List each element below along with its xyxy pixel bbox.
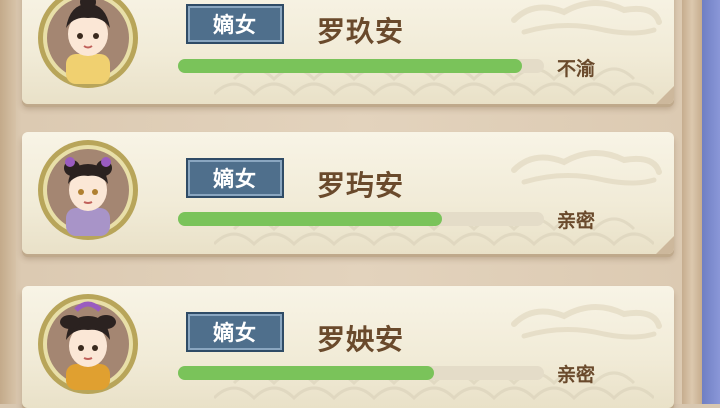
character-card[interactable]: 嫡女 罗姎安 亲密 — [22, 286, 674, 408]
cloud-decoration — [511, 149, 662, 186]
affection-bar — [178, 59, 544, 73]
affection-bar-fill — [178, 59, 523, 73]
character-card[interactable]: 嫡女 罗玖安 不渝 — [22, 0, 674, 104]
rank-tag: 嫡女 — [186, 4, 284, 44]
character-name: 罗玙安 — [317, 169, 405, 202]
affection-bar — [178, 212, 544, 226]
scrollbar-track[interactable] — [682, 0, 702, 404]
rank-tag: 嫡女 — [186, 158, 284, 198]
relationship-status: 不渝 — [557, 58, 596, 80]
affection-bar-fill — [178, 212, 442, 226]
relationship-status: 亲密 — [557, 210, 596, 232]
character-avatar[interactable] — [36, 292, 140, 396]
left-wood-strip — [0, 0, 16, 404]
relationship-status: 亲密 — [557, 364, 596, 386]
rank-tag: 嫡女 — [186, 312, 284, 352]
affection-bar-fill — [178, 366, 435, 380]
card-corner — [656, 236, 674, 254]
character-avatar[interactable] — [36, 138, 140, 242]
card-corner — [656, 86, 674, 104]
affection-bar — [178, 366, 544, 380]
character-name: 罗玖安 — [317, 15, 405, 48]
window-edge — [702, 0, 720, 404]
cloud-decoration — [511, 303, 662, 340]
character-card[interactable]: 嫡女 罗玙安 亲密 — [22, 132, 674, 254]
character-name: 罗姎安 — [317, 323, 405, 356]
character-avatar[interactable] — [36, 0, 140, 90]
